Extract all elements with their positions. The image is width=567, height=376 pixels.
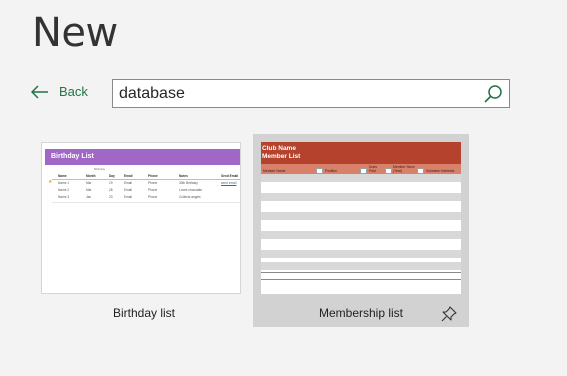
table-row <box>261 193 461 201</box>
thumbnail-cell: Phone <box>148 195 158 199</box>
thumbnail-cell: Name 3 <box>58 195 70 199</box>
thumbnail-cell: Position <box>325 169 338 173</box>
back-label: Back <box>59 84 88 99</box>
thumbnail-cell: Month <box>86 174 96 178</box>
thumbnail-cell: send email <box>221 181 237 185</box>
thumbnail-cell: Email <box>124 181 132 185</box>
template-label: Birthday list <box>112 306 176 320</box>
thumbnail-cell: Phone <box>148 188 158 192</box>
thumbnail-cell: 28 <box>109 188 113 192</box>
star-icon: ★ <box>48 179 53 185</box>
table-row <box>261 212 461 220</box>
template-card-membership-list[interactable]: Club Name Member List Member Name Positi… <box>253 134 469 327</box>
thumbnail-cell: 19 <box>109 181 113 185</box>
template-label: Membership list <box>318 306 404 320</box>
search-input[interactable] <box>119 84 479 104</box>
thumbnail-cell: Loves chocolate <box>179 188 203 192</box>
thumbnail-cell: 23 <box>109 195 113 199</box>
template-thumbnail: Birthday List Birthday Name Month Day Em… <box>41 142 241 294</box>
divider <box>52 202 240 203</box>
thumbnail-cell: Member Name <box>263 169 286 173</box>
thumbnail-cell: Email <box>124 174 133 178</box>
thumbnail-title: Birthday List <box>45 149 240 165</box>
thumbnail-cell: Phone <box>148 174 158 178</box>
table-row <box>261 250 461 258</box>
thumbnail-cell: Email <box>124 188 132 192</box>
thumbnail-title: Club Name Member List <box>261 142 461 164</box>
template-card-birthday-list[interactable]: Birthday List Birthday Name Month Day Em… <box>36 134 252 327</box>
table-row <box>261 231 461 239</box>
thumbnail-cell: Mar <box>86 188 92 192</box>
thumbnail-cell: 30th Birthday <box>179 181 198 185</box>
divider <box>261 272 461 273</box>
thumbnail-subheading: Birthday <box>94 167 106 171</box>
thumbnail-cell: Day <box>109 174 115 178</box>
thumbnail-cell: Name 1 <box>58 181 70 185</box>
thumbnail-cell: Email <box>124 195 132 199</box>
thumbnail-header-row: Member Name Position Dues Paid Member Si… <box>261 164 461 174</box>
thumbnail-cell: Mar <box>86 181 92 185</box>
thumbnail-cell: Send Email <box>221 174 239 178</box>
thumbnail-cell: Phone <box>148 181 158 185</box>
thumbnail-cell: Member Since (Year) <box>393 165 415 173</box>
thumbnail-cell: Name 2 <box>58 188 70 192</box>
thumbnail-row: Name 2 Mar 28 Email Phone Loves chocolat… <box>45 187 240 194</box>
thumbnail-cell: Volunteer Interests <box>426 169 455 173</box>
thumbnail-title-line: Club Name <box>262 145 296 152</box>
thumbnail-cell: Collects angels <box>179 195 201 199</box>
arrow-left-icon <box>31 84 48 99</box>
thumbnail-row: ★ Name 1 Mar 19 Email Phone 30th Birthda… <box>45 179 240 187</box>
divider <box>261 279 461 280</box>
thumbnail-row: Name 3 Jan 23 Email Phone Collects angel… <box>45 194 240 201</box>
back-button[interactable]: Back <box>31 84 88 99</box>
thumbnail-cell: Name <box>58 174 67 178</box>
search-box[interactable] <box>112 79 510 108</box>
search-icon[interactable] <box>483 84 503 104</box>
table-row <box>261 174 461 182</box>
template-thumbnail: Club Name Member List Member Name Positi… <box>261 142 461 294</box>
page-title: New <box>32 10 118 56</box>
pin-icon[interactable] <box>441 306 457 322</box>
thumbnail-cell: Dues Paid <box>369 165 377 173</box>
thumbnail-title-line: Member List <box>262 153 301 160</box>
thumbnail-cell: Notes <box>179 174 188 178</box>
thumbnail-cell: Jan <box>86 195 92 199</box>
table-row <box>261 262 461 270</box>
